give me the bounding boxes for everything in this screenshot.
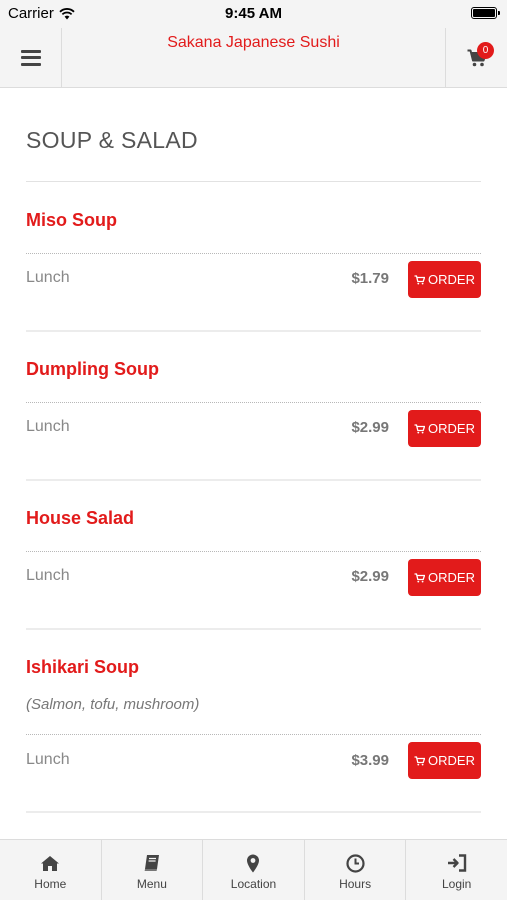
menu-item-ishikari-soup: Ishikari Soup (Salmon, tofu, mushroom) L… xyxy=(26,89,481,839)
restaurant-title: Sakana Japanese Sushi xyxy=(167,34,340,51)
map-marker-icon xyxy=(247,854,260,872)
nav-menu[interactable]: Menu xyxy=(102,840,204,900)
login-icon xyxy=(447,854,466,872)
bottom-nav: Home Menu Location Hours Login xyxy=(0,839,507,900)
status-time: 9:45 AM xyxy=(225,5,282,22)
menu-content: SOUP & SALAD Miso Soup Lunch $1.79 ORDER… xyxy=(0,89,507,839)
nav-hours[interactable]: Hours xyxy=(305,840,407,900)
nav-label: Login xyxy=(441,877,472,891)
cart-button[interactable]: 0 xyxy=(445,28,507,87)
order-button[interactable]: ORDER xyxy=(408,742,481,779)
item-price: $3.99 xyxy=(351,752,389,769)
clock-icon xyxy=(345,853,365,873)
item-option: Lunch xyxy=(26,751,70,768)
item-description: (Salmon, tofu, mushroom) xyxy=(26,696,200,713)
home-icon xyxy=(41,855,60,871)
menu-button[interactable] xyxy=(0,28,62,87)
nav-label: Home xyxy=(34,877,67,891)
dotted-divider xyxy=(26,734,481,735)
item-name: Ishikari Soup xyxy=(26,657,140,677)
item-divider xyxy=(26,811,481,813)
nav-login[interactable]: Login xyxy=(406,840,507,900)
book-icon xyxy=(144,855,159,871)
battery-icon xyxy=(471,7,500,19)
app-header: Sakana Japanese Sushi 0 xyxy=(0,28,507,88)
order-label: ORDER xyxy=(428,753,475,768)
nav-label: Menu xyxy=(136,877,167,891)
cart-count-badge: 0 xyxy=(477,42,494,59)
nav-label: Hours xyxy=(339,877,372,891)
status-bar: Carrier 9:45 AM xyxy=(0,0,507,28)
hamburger-icon xyxy=(20,49,41,66)
nav-home[interactable]: Home xyxy=(0,840,102,900)
nav-location[interactable]: Location xyxy=(203,840,305,900)
cart-icon xyxy=(414,755,426,765)
nav-label: Location xyxy=(230,877,277,891)
